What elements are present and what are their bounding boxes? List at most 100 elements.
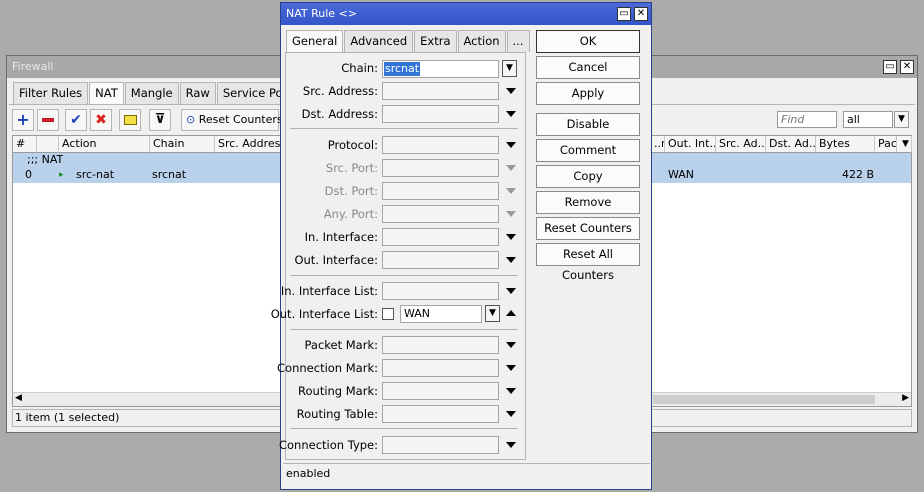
chain-label: Chain: [341, 61, 378, 75]
dialog-status-bar: enabled [283, 463, 650, 485]
routing-table-expand-icon[interactable] [506, 411, 516, 417]
dst-address-expand-icon[interactable] [506, 111, 516, 117]
dialog-restore-icon[interactable]: ▭ [617, 7, 631, 21]
tab-mangle[interactable]: Mangle [124, 82, 179, 104]
filter-select-dropdown[interactable]: ▼ [894, 111, 909, 128]
reset-counters-icon: ⊙ [186, 113, 196, 126]
separator-2 [290, 275, 518, 276]
add-icon[interactable]: + [12, 109, 34, 131]
firewall-tabs: Filter Rules NAT Mangle Raw Service Port… [13, 82, 305, 105]
protocol-field[interactable] [382, 136, 499, 154]
dialog-status-text: enabled [286, 467, 331, 480]
connection-type-label: Connection Type: [278, 438, 378, 452]
row-action: src-nat [76, 168, 115, 181]
tab-filter-rules[interactable]: Filter Rules [13, 82, 89, 104]
copy-button[interactable]: Copy [536, 165, 640, 188]
any-port-field [382, 205, 499, 223]
out-interface-list-field[interactable]: WAN [400, 305, 482, 323]
restore-icon[interactable]: ▭ [883, 60, 897, 74]
scroll-thumb[interactable] [653, 395, 875, 404]
close-icon[interactable]: ✕ [900, 60, 914, 74]
reset-counters-button[interactable]: ⊙ Reset Counters [181, 109, 283, 131]
col-header-out-interface[interactable]: Out. Int... [665, 136, 716, 153]
col-header-chain[interactable]: Chain [150, 136, 215, 153]
connection-type-expand-icon[interactable] [506, 442, 516, 448]
packet-mark-field[interactable] [382, 336, 499, 354]
col-header-num[interactable]: # [13, 136, 37, 153]
col-header-blank[interactable] [37, 136, 59, 153]
src-port-expand-icon [506, 165, 516, 171]
in-interface-list-expand-icon[interactable] [506, 288, 516, 294]
dst-address-field[interactable] [382, 105, 499, 123]
connection-type-field[interactable] [382, 436, 499, 454]
src-address-label: Src. Address: [302, 84, 378, 98]
col-header-bytes[interactable]: Bytes [816, 136, 875, 153]
src-port-label: Src. Port: [325, 161, 378, 175]
dst-port-expand-icon [506, 188, 516, 194]
any-port-label: Any. Port: [323, 207, 378, 221]
connection-mark-expand-icon[interactable] [506, 365, 516, 371]
filter-icon[interactable]: ⊽ [149, 109, 171, 131]
col-header-packets[interactable]: Pac [875, 136, 897, 153]
tab-nat[interactable]: NAT [89, 82, 124, 105]
dialog-close-icon[interactable]: ✕ [634, 7, 648, 21]
out-interface-expand-icon[interactable] [506, 257, 516, 263]
dst-port-label: Dst. Port: [324, 184, 378, 198]
comment-icon[interactable] [119, 109, 141, 131]
protocol-expand-icon[interactable] [506, 142, 516, 148]
out-interface-field[interactable] [382, 251, 499, 269]
remove-icon[interactable] [37, 109, 59, 131]
chain-dropdown[interactable]: ▼ [502, 60, 517, 77]
reset-counters-dialog-button[interactable]: Reset Counters [536, 217, 640, 240]
dst-port-field [382, 182, 499, 200]
in-interface-field[interactable] [382, 228, 499, 246]
src-address-field[interactable] [382, 82, 499, 100]
filter-select[interactable]: all [843, 111, 893, 128]
routing-table-field[interactable] [382, 405, 499, 423]
in-interface-list-field[interactable] [382, 282, 499, 300]
tab-more[interactable]: ... [506, 30, 530, 52]
src-address-expand-icon[interactable] [506, 88, 516, 94]
filter-select-value: all [847, 113, 860, 126]
tab-extra[interactable]: Extra [414, 30, 457, 52]
disable-button[interactable]: Disable [536, 113, 640, 136]
scroll-left-icon[interactable]: ◀ [15, 393, 22, 403]
row-chain: srcnat [152, 168, 187, 181]
in-interface-label: In. Interface: [304, 230, 378, 244]
col-header-action[interactable]: Action [59, 136, 150, 153]
reset-all-counters-button[interactable]: Reset All Counters [536, 243, 640, 282]
any-port-expand-icon [506, 211, 516, 217]
col-header-src-address-2[interactable]: Src. Ad... [716, 136, 766, 153]
chain-field[interactable]: srcnat [382, 60, 499, 78]
col-header-dst-address[interactable]: Dst. Ad... [766, 136, 816, 153]
firewall-title: Firewall [12, 60, 54, 73]
out-interface-list-dropdown[interactable]: ▼ [485, 305, 500, 322]
field-labels: Chain: Src. Address: Dst. Address: Proto… [271, 0, 378, 492]
routing-mark-label: Routing Mark: [298, 384, 378, 398]
tab-action[interactable]: Action [457, 30, 506, 52]
routing-table-label: Routing Table: [296, 407, 378, 421]
tab-raw[interactable]: Raw [179, 82, 216, 104]
in-interface-expand-icon[interactable] [506, 234, 516, 240]
apply-button[interactable]: Apply [536, 82, 640, 105]
remove-button[interactable]: Remove [536, 191, 640, 214]
ok-button[interactable]: OK [536, 30, 640, 53]
out-interface-list-negate-checkbox[interactable] [382, 308, 394, 320]
enable-icon[interactable]: ✔ [65, 109, 87, 131]
src-nat-icon: ▸ [59, 170, 64, 180]
disable-icon[interactable]: ✖ [90, 109, 112, 131]
scroll-right-icon[interactable]: ▶ [902, 393, 909, 403]
packet-mark-label: Packet Mark: [304, 338, 378, 352]
col-header-r[interactable]: ..r [651, 136, 665, 153]
find-input[interactable] [777, 111, 837, 128]
routing-mark-expand-icon[interactable] [506, 388, 516, 394]
dst-address-label: Dst. Address: [301, 107, 378, 121]
col-header-menu[interactable]: ▼ [897, 136, 912, 153]
comment-button[interactable]: Comment [536, 139, 640, 162]
packet-mark-expand-icon[interactable] [506, 342, 516, 348]
out-interface-list-collapse-icon[interactable] [506, 310, 516, 316]
routing-mark-field[interactable] [382, 382, 499, 400]
connection-mark-field[interactable] [382, 359, 499, 377]
cancel-button[interactable]: Cancel [536, 56, 640, 79]
reset-counters-label: Reset Counters [198, 113, 283, 126]
